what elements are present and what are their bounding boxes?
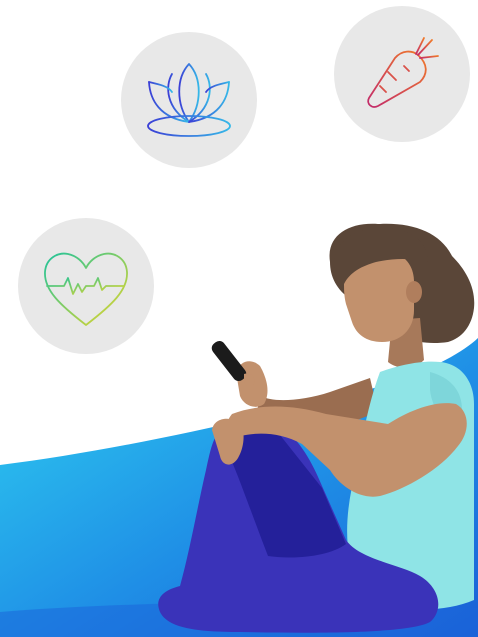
carrot-badge	[334, 6, 470, 142]
lotus-badge	[121, 32, 257, 168]
ear	[406, 281, 422, 303]
woman-with-phone	[158, 223, 475, 633]
heart-badge	[18, 218, 154, 354]
health-illustration	[0, 6, 478, 637]
phone	[211, 340, 247, 382]
